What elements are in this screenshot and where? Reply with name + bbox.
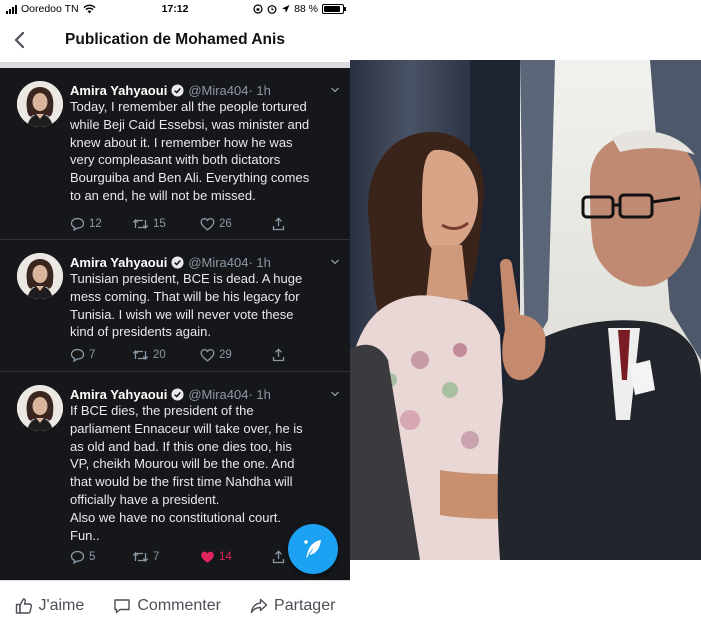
- status-bar: Ooredoo TN 17:12 88 %: [0, 0, 350, 18]
- reply-button[interactable]: 7: [70, 348, 132, 362]
- retweet-button[interactable]: 20: [132, 348, 200, 362]
- share-arrow-icon: [250, 598, 268, 614]
- share-icon: [272, 550, 285, 564]
- chevron-down-icon[interactable]: [330, 85, 340, 95]
- alarm-icon: [267, 5, 277, 14]
- verified-badge-icon: [171, 387, 184, 401]
- heart-icon: [200, 217, 215, 231]
- tweet-author-name[interactable]: Amira Yahyaoui: [70, 83, 167, 98]
- reply-button[interactable]: 5: [70, 550, 132, 564]
- reply-icon: [70, 348, 85, 362]
- embedded-twitter-timeline: Amira Yahyaoui @Mira404 · 1h Today, I re…: [0, 68, 350, 580]
- tweet-text: Today, I remember all the people torture…: [70, 99, 310, 203]
- retweet-icon: [132, 219, 149, 229]
- reply-count: 5: [89, 551, 96, 563]
- avatar[interactable]: [17, 81, 63, 127]
- rotation-lock-icon: [253, 4, 263, 14]
- share-icon: [272, 217, 285, 231]
- tweet-time: · 1h: [248, 254, 271, 270]
- retweet-count: 7: [153, 551, 160, 563]
- retweet-icon: [132, 350, 149, 360]
- navigation-bar: Publication de Mohamed Anis: [0, 18, 350, 62]
- battery-icon: [322, 4, 346, 14]
- tweet-author-name[interactable]: Amira Yahyaoui: [70, 387, 167, 402]
- share-button[interactable]: [272, 550, 285, 564]
- photo-panel: [350, 0, 701, 621]
- comment-label: Commenter: [137, 597, 221, 614]
- tweet-handle[interactable]: @Mira404: [188, 387, 248, 402]
- retweet-button[interactable]: 15: [132, 217, 200, 231]
- reply-icon: [70, 217, 85, 231]
- retweet-icon: [132, 552, 149, 562]
- page-title: Publication de Mohamed Anis: [65, 31, 285, 48]
- embedded-photo: [350, 60, 701, 560]
- comment-bubble-icon: [114, 599, 131, 614]
- verified-badge-icon: [171, 255, 184, 269]
- like-count: 29: [219, 349, 232, 361]
- comment-button[interactable]: Commenter: [113, 597, 221, 615]
- tweet-text: Tunisian president, BCE is dead. A huge …: [70, 271, 303, 340]
- heart-filled-icon: [201, 551, 214, 563]
- compose-feather-icon: [304, 540, 321, 558]
- heart-icon: [200, 348, 215, 362]
- like-post-button[interactable]: J'aime: [15, 597, 85, 615]
- retweet-button[interactable]: 7: [132, 550, 200, 564]
- tweet-handle[interactable]: @Mira404: [188, 255, 248, 270]
- like-button[interactable]: 26: [200, 217, 272, 231]
- tweet-handle[interactable]: @Mira404: [188, 83, 248, 98]
- avatar[interactable]: [17, 385, 63, 431]
- like-count: 26: [219, 218, 232, 230]
- compose-tweet-button[interactable]: [288, 524, 338, 574]
- chevron-down-icon[interactable]: [330, 257, 340, 267]
- phone-screenshot: Ooredoo TN 17:12 88 % Publication de Moh…: [0, 0, 350, 621]
- tweet[interactable]: Amira Yahyaoui @Mira404 · 1h Tunisian pr…: [0, 240, 350, 372]
- tweet-time: · 1h: [248, 82, 271, 98]
- share-button[interactable]: [272, 217, 285, 231]
- like-button[interactable]: 29: [200, 348, 272, 362]
- reply-icon: [70, 550, 85, 564]
- facebook-action-bar: J'aime Commenter Partager: [0, 580, 350, 621]
- location-icon: [282, 5, 290, 13]
- reply-count: 7: [89, 349, 96, 361]
- tweet-author-name[interactable]: Amira Yahyaoui: [70, 255, 167, 270]
- reply-button[interactable]: 12: [70, 217, 132, 231]
- retweet-count: 20: [153, 349, 166, 361]
- like-post-label: J'aime: [38, 597, 85, 614]
- tweet[interactable]: Amira Yahyaoui @Mira404 · 1h Today, I re…: [0, 68, 350, 240]
- chevron-down-icon[interactable]: [330, 389, 340, 399]
- like-count: 14: [219, 551, 232, 563]
- thumbs-up-icon: [15, 598, 32, 614]
- tweet-text: If BCE dies, the president of the parlia…: [70, 403, 303, 543]
- reply-count: 12: [89, 218, 102, 230]
- retweet-count: 15: [153, 218, 166, 230]
- share-post-button[interactable]: Partager: [250, 597, 335, 615]
- tweet-time: · 1h: [248, 386, 271, 402]
- like-button[interactable]: 14: [200, 550, 272, 564]
- share-post-label: Partager: [274, 597, 336, 614]
- share-icon: [272, 348, 285, 362]
- avatar[interactable]: [17, 253, 63, 299]
- share-button[interactable]: [272, 348, 285, 362]
- battery-percent: 88 %: [294, 3, 318, 15]
- verified-badge-icon: [171, 83, 184, 97]
